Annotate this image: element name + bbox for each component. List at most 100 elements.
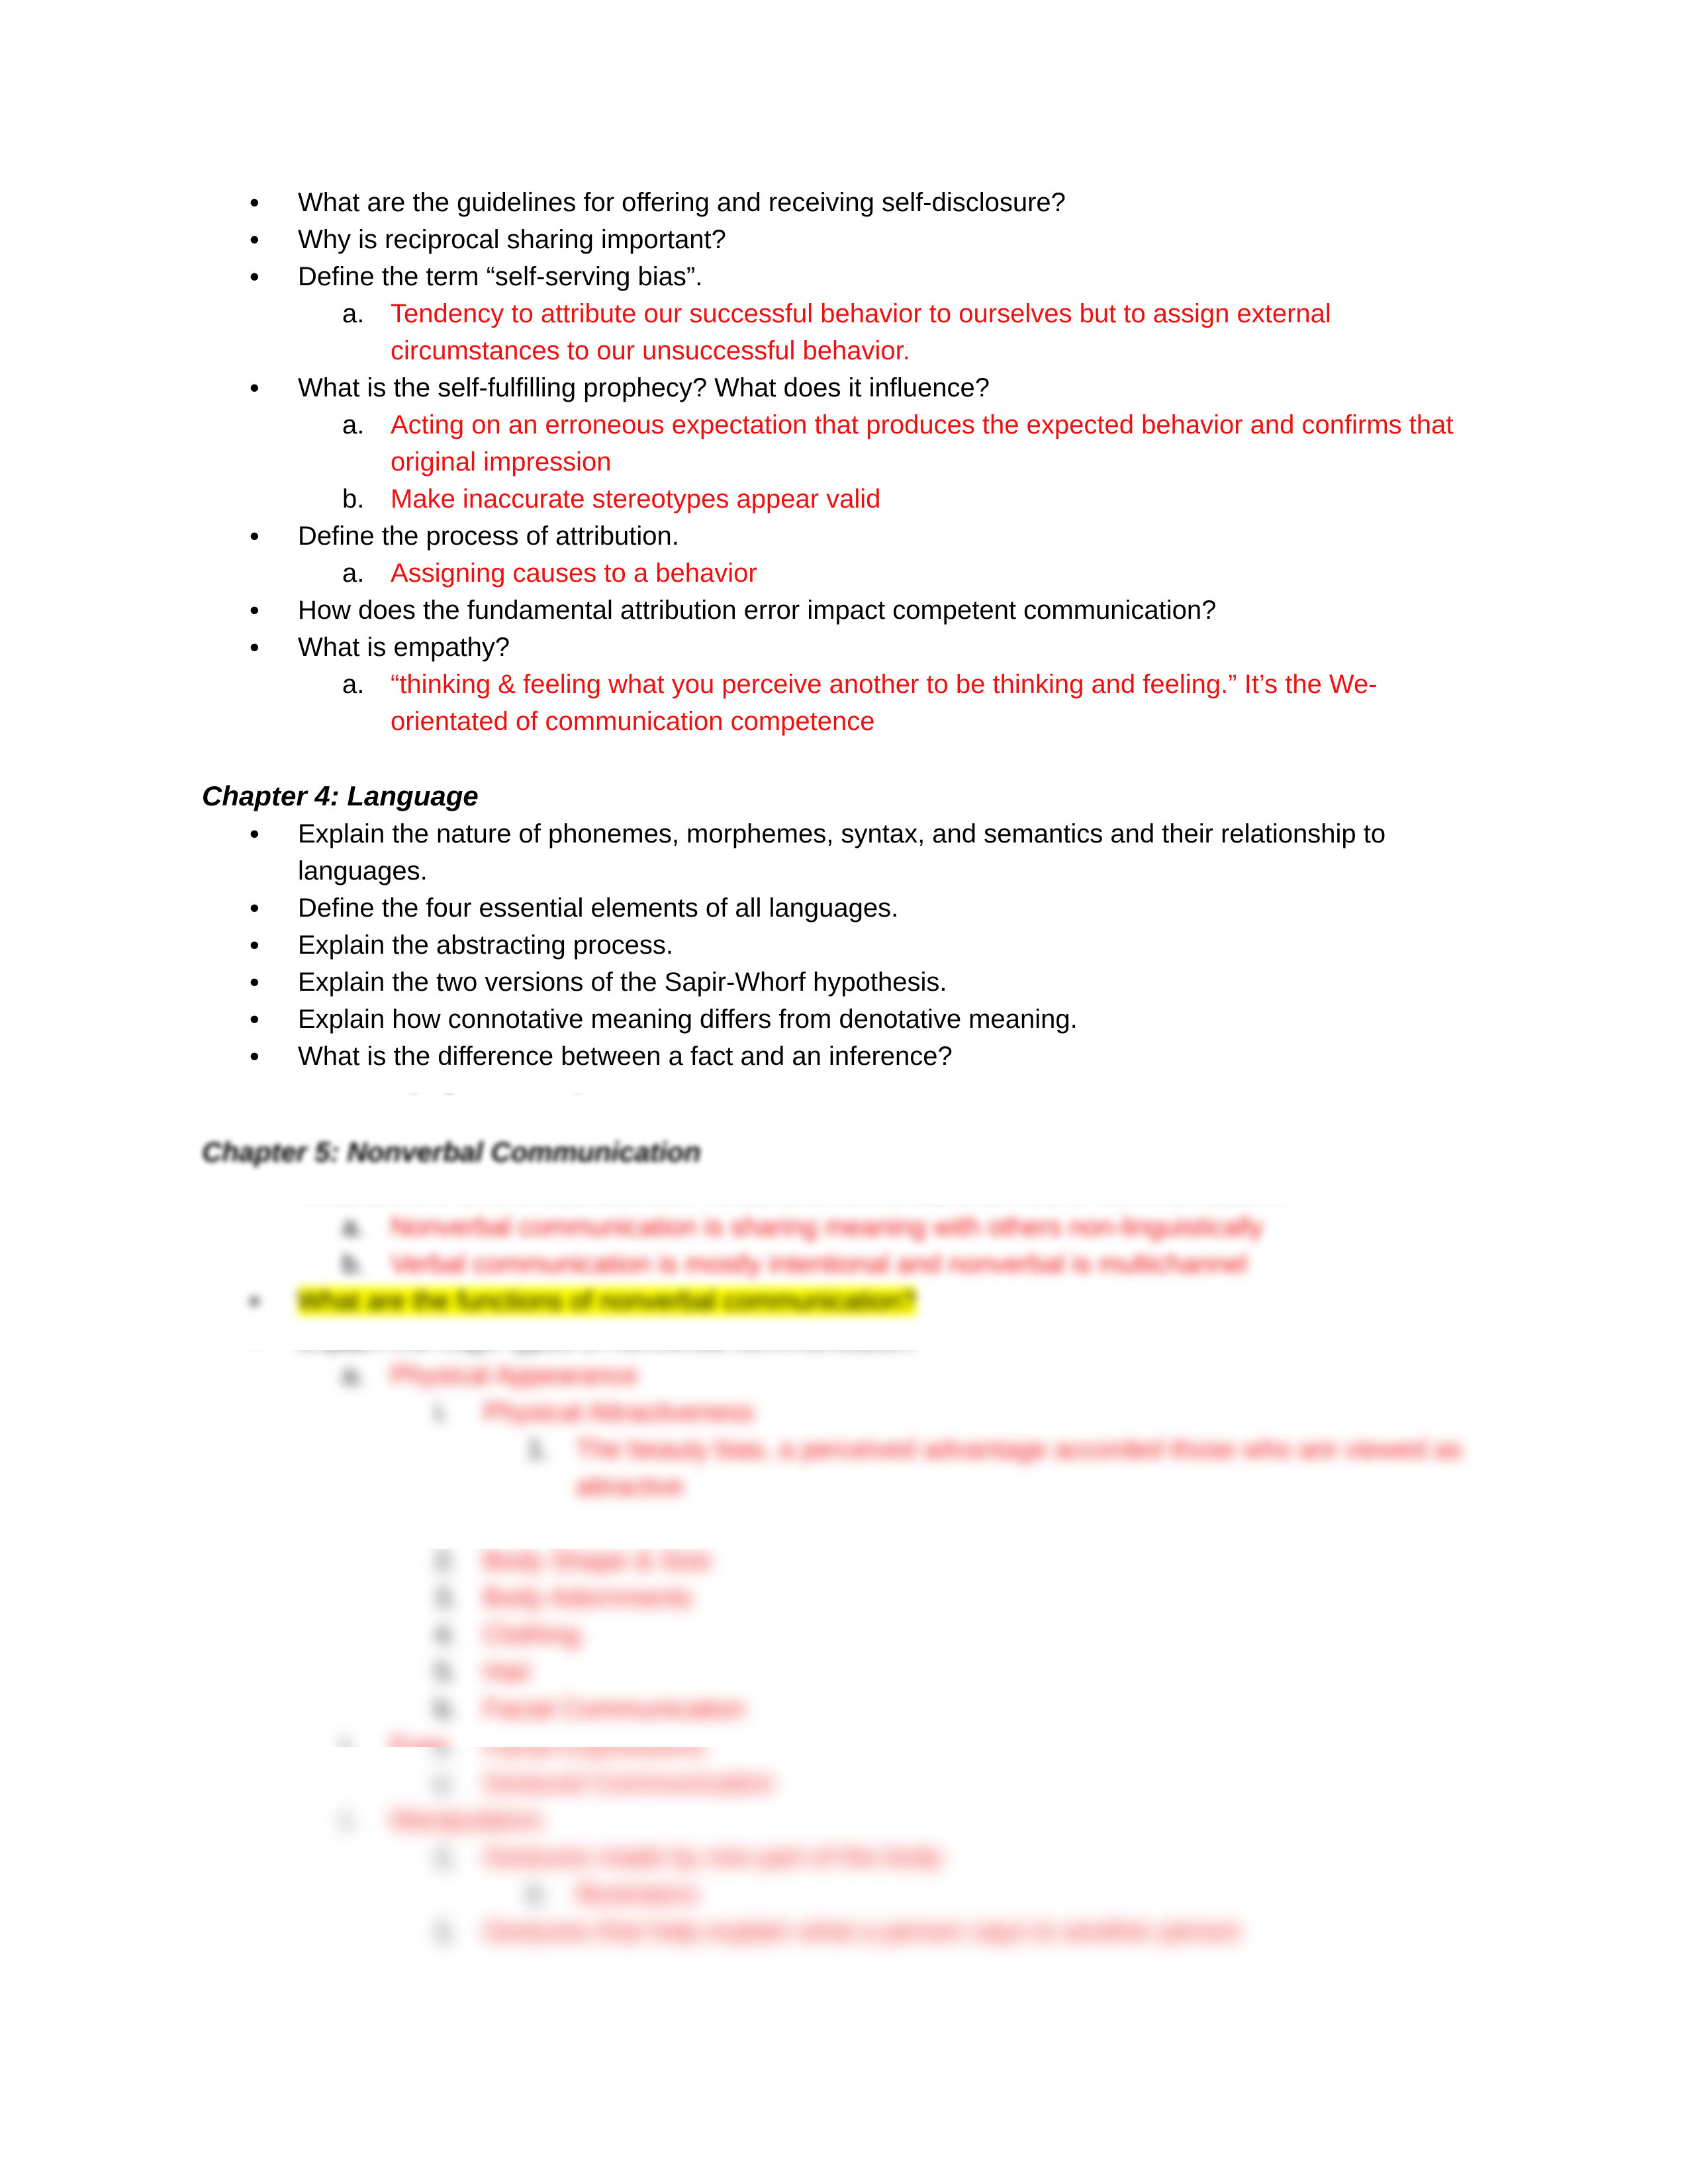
bullet-icon: • xyxy=(250,261,259,292)
list-item: • Explain how connotative meaning differ… xyxy=(202,1001,1479,1038)
list-item-text: What is empathy? xyxy=(298,633,510,662)
bullet-icon: • xyxy=(250,224,259,255)
answer-text: Physical Attractiveness xyxy=(483,1398,755,1427)
list-marker: a. xyxy=(342,299,365,328)
list-marker: i. xyxy=(342,1805,355,1835)
list-marker: a. xyxy=(342,559,365,588)
list-marker: b. xyxy=(435,1694,457,1723)
list-item-text: How does the fundamental attribution err… xyxy=(298,596,1217,625)
answer-text: Body Shape & Size xyxy=(483,1549,712,1575)
list-item-text: Explain the two versions of the Sapir-Wh… xyxy=(298,968,947,997)
list-item: • Why is reciprocal sharing important? xyxy=(202,221,1479,258)
answer-text: Gestures that help explain what a person… xyxy=(483,1917,1242,1946)
list-item-text: What is the self-fulfilling prophecy? Wh… xyxy=(298,373,990,402)
list-item-text: Explain how connotative meaning differs … xyxy=(298,1005,1078,1034)
list-item: • Explain the abstracting process. xyxy=(202,927,1479,964)
bullet-icon: • xyxy=(250,818,259,849)
answer-item: a. Physical Appearance xyxy=(202,1357,1479,1394)
answer-item: 5. Hair xyxy=(202,1653,1479,1690)
answer-item: i. Physical Attractiveness xyxy=(202,1394,1479,1431)
answer-text: Tendency to attribute our successful beh… xyxy=(391,299,1331,365)
list-marker: a. xyxy=(342,410,365,439)
answer-text: Body Adornments xyxy=(483,1583,692,1612)
list-item-text: Explain the major types of nonverbal com… xyxy=(298,1350,919,1353)
answer-item: a. Assigning causes to a behavior xyxy=(202,555,1479,592)
list-marker: 1. xyxy=(435,1917,457,1946)
bullet-icon: • xyxy=(250,1003,259,1034)
list-item: • What are the guidelines for offering a… xyxy=(202,184,1479,221)
list-item: • Define the term “self-serving bias”. xyxy=(202,258,1479,295)
list-item-text: Why is reciprocal sharing important? xyxy=(298,225,726,254)
blurred-region-2: • What are jargon and euphemisms? Chapte… xyxy=(0,1205,1688,1350)
answer-item: b. Make inaccurate stereotypes appear va… xyxy=(202,480,1479,518)
answer-text: Eyes xyxy=(391,1731,449,1747)
list-item: • Define the four essential elements of … xyxy=(202,889,1479,927)
answer-item: 1. Gestures made by one part of the body xyxy=(202,1839,1479,1876)
answer-text: Facial Expressions xyxy=(483,1747,706,1760)
blurred-region-4: 2. Body Shape & Size 3. Body Adornments … xyxy=(0,1549,1688,1747)
answer-item: ii. Illustrators xyxy=(202,1876,1479,1913)
sharp-content-region: • What are the guidelines for offering a… xyxy=(0,0,1688,1093)
chapter-heading: Chapter 5: Nonverbal Communication xyxy=(202,1136,701,1167)
answer-item: i. Eyes xyxy=(202,1727,1479,1747)
list-item: • What is the difference between a fact … xyxy=(202,1038,1479,1075)
answer-item: a. “thinking & feeling what you perceive… xyxy=(202,666,1479,740)
list-item: • What is empathy? xyxy=(202,629,1479,666)
bullet-icon: • xyxy=(250,1093,276,1096)
list-marker: 1. xyxy=(528,1435,550,1464)
list-item-text: Define the term “self-serving bias”. xyxy=(298,262,703,291)
list-item: • Explain the two versions of the Sapir-… xyxy=(202,964,1479,1001)
answer-text: Facial Communication xyxy=(483,1694,745,1723)
list-item-text: Define the process of attribution. xyxy=(298,522,679,551)
answer-item: b. Facial Communication xyxy=(202,1690,1479,1727)
answer-item: a. Tendency to attribute our successful … xyxy=(202,295,1479,369)
list-item-text: Define the four essential elements of al… xyxy=(298,893,899,923)
list-marker: i. xyxy=(342,1731,355,1747)
bullet-icon: • xyxy=(250,594,259,625)
bullet-icon: • xyxy=(250,520,259,551)
answer-item: 1. The beauty bias, a perceived advantag… xyxy=(202,1431,1479,1505)
list-marker: a. xyxy=(342,670,365,699)
answer-text: Illustrators xyxy=(576,1880,698,1909)
list-marker: ii. xyxy=(528,1880,547,1909)
bullet-icon: • xyxy=(250,187,259,218)
document-body: • What are the guidelines for offering a… xyxy=(202,184,1479,1075)
list-item: • What are jargon and euphemisms? xyxy=(202,1093,1479,1096)
list-marker: 5. xyxy=(435,1657,457,1686)
bullet-icon: • xyxy=(250,1350,276,1357)
bullet-icon: • xyxy=(250,372,259,403)
answer-item: 4. Clothing xyxy=(202,1616,1479,1653)
answer-text: Assigning causes to a behavior xyxy=(391,559,757,588)
list-item-text: Explain the abstracting process. xyxy=(298,931,673,960)
list-item: • How does the fundamental attribution e… xyxy=(202,592,1479,629)
list-item-text: What are the guidelines for offering and… xyxy=(298,188,1066,217)
bullet-icon: • xyxy=(250,1205,276,1208)
list-marker: ii. xyxy=(435,1747,475,1764)
answer-text: The beauty bias, a perceived advantage a… xyxy=(576,1435,1462,1501)
answer-text: Gestural Communication xyxy=(483,1768,775,1797)
list-item: • Explain the nature of phonemes, morphe… xyxy=(202,815,1479,889)
highlighted-text: What are the functions of nonverbal comm… xyxy=(298,1287,916,1316)
bullet-icon: • xyxy=(250,966,259,997)
list-item: • What is the self-fulfilling prophecy? … xyxy=(202,369,1479,406)
answer-text: Acting on an erroneous expectation that … xyxy=(391,410,1454,477)
answer-text: Gestures made by one part of the body xyxy=(483,1843,943,1872)
list-marker: c. xyxy=(435,1768,456,1797)
answer-item: b. Verbal communication is mostly intent… xyxy=(202,1246,1479,1283)
list-marker: 1. xyxy=(435,1843,457,1872)
answer-item: 1. Gestures that help explain what a per… xyxy=(202,1913,1479,1950)
bullet-icon: • xyxy=(250,892,259,923)
list-marker: i. xyxy=(435,1398,448,1427)
answer-text: Nonverbal communication is sharing meani… xyxy=(391,1212,1264,1242)
list-marker: a. xyxy=(342,1350,382,1357)
answer-item: i. Manipulators xyxy=(202,1801,1479,1839)
blurred-region-3: a. • Explain the major types of nonverba… xyxy=(0,1350,1688,1549)
list-item-highlighted: • What are the functions of nonverbal co… xyxy=(202,1283,1479,1320)
blurred-region-1: • What are jargon and euphemisms? Chapte… xyxy=(0,1093,1688,1205)
answer-text: “thinking & feeling what you perceive an… xyxy=(391,670,1378,736)
answer-item: a. Acting on an erroneous expectation th… xyxy=(202,406,1479,480)
bullet-icon: • xyxy=(250,1285,259,1316)
list-item-text: Explain the nature of phonemes, morpheme… xyxy=(298,819,1386,886)
